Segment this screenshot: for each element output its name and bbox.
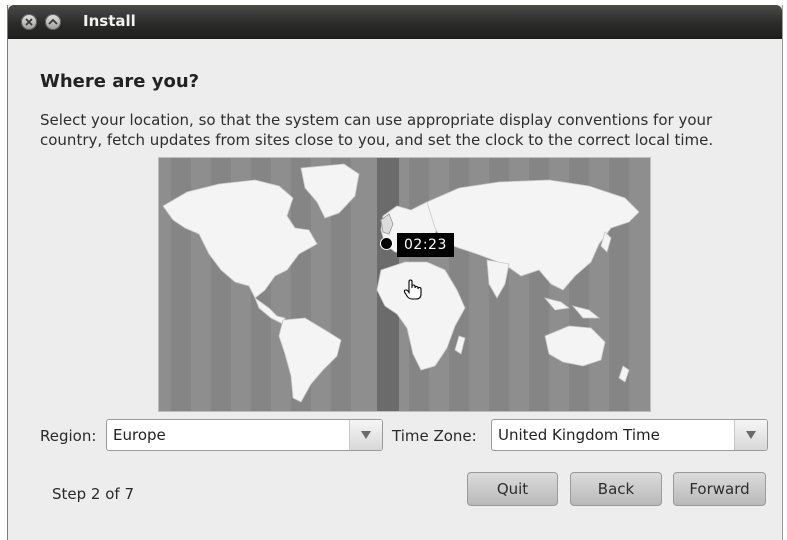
world-map[interactable]: 02:23 — [158, 157, 651, 412]
title-bar: Install — [8, 5, 782, 39]
description-line-2: country, fetch updates from sites close … — [40, 131, 714, 149]
timezone-label: Time Zone: — [392, 427, 477, 445]
minimize-window-button[interactable] — [45, 14, 61, 30]
timezone-dropdown-button[interactable] — [734, 420, 767, 450]
window-title: Install — [83, 12, 136, 30]
region-dropdown-button[interactable] — [349, 420, 382, 450]
page-description: Select your location, so that the system… — [40, 110, 770, 150]
timezone-combobox[interactable]: United Kingdom Time — [491, 419, 768, 451]
region-combobox[interactable]: Europe — [106, 419, 383, 451]
location-pin — [381, 238, 392, 249]
installer-window: Install Where are you? Select your locat… — [7, 5, 783, 540]
close-window-button[interactable] — [21, 14, 37, 30]
step-indicator: Step 2 of 7 — [52, 485, 135, 503]
minimize-icon — [48, 18, 58, 25]
quit-button[interactable]: Quit — [467, 472, 558, 506]
down-triangle-icon — [746, 431, 756, 439]
map-time-label: 02:23 — [397, 233, 454, 257]
description-line-1: Select your location, so that the system… — [40, 111, 713, 129]
back-button[interactable]: Back — [570, 472, 662, 506]
down-triangle-icon — [361, 431, 371, 439]
region-label: Region: — [40, 427, 97, 445]
timezone-value: United Kingdom Time — [498, 426, 660, 444]
forward-button[interactable]: Forward — [673, 472, 766, 506]
page-heading: Where are you? — [40, 71, 200, 92]
region-value: Europe — [113, 426, 166, 444]
close-icon — [25, 18, 33, 26]
